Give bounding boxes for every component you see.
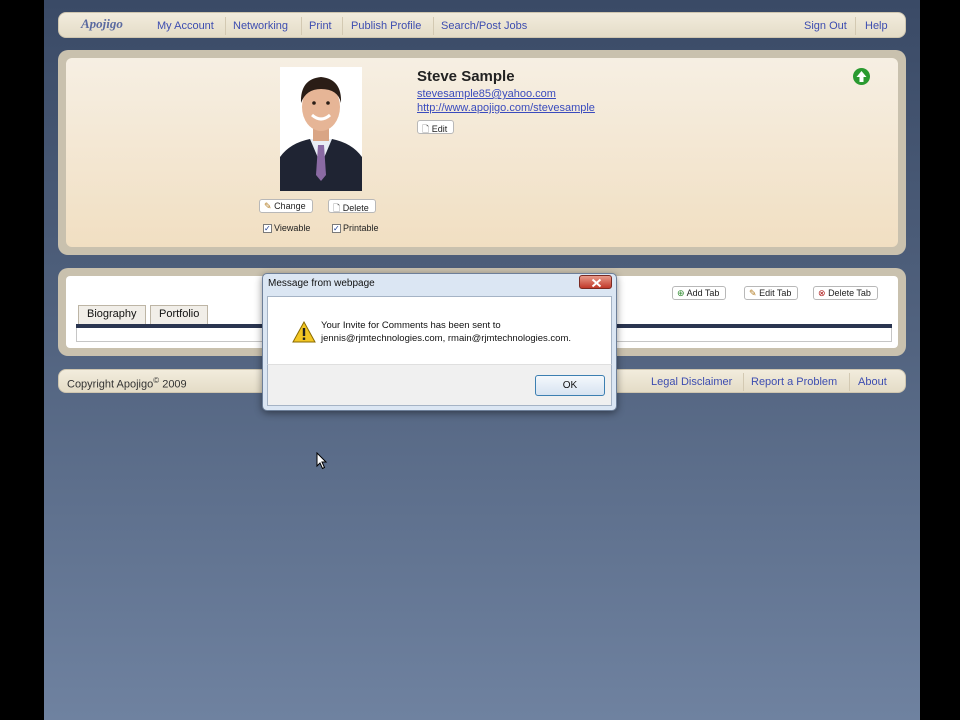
nav-publish-profile[interactable]: Publish Profile [351, 20, 421, 32]
delete-photo-button[interactable]: 🗋 Delete [328, 199, 376, 213]
change-photo-button[interactable]: ✎ Change [259, 199, 313, 213]
document-icon: 🗋 [333, 203, 341, 213]
ok-button[interactable]: OK [535, 375, 605, 396]
printable-checkbox[interactable]: ✓ [332, 224, 341, 234]
edit-tab-button[interactable]: ✎ Edit Tab [744, 286, 799, 300]
edit-tab-label: Edit Tab [759, 288, 792, 298]
delete-tab-button[interactable]: ⊗ Delete Tab [813, 286, 878, 300]
nav-divider [225, 17, 226, 35]
scroll-up-icon[interactable] [853, 68, 870, 85]
nav-help[interactable]: Help [865, 20, 888, 32]
copyright-text: Copyright Apojigo© 2009 [67, 376, 187, 391]
delete-photo-label: Delete [342, 203, 369, 213]
dialog-body: Your Invite for Comments has been sent t… [267, 296, 612, 364]
add-icon: ⊕ [677, 288, 685, 298]
viewable-label: Viewable [274, 223, 311, 233]
viewable-checkbox[interactable]: ✓ [263, 224, 272, 234]
profile-photo [280, 67, 362, 191]
profile-email-link[interactable]: stevesample85@yahoo.com [417, 88, 556, 100]
copyright-year: 2009 [159, 378, 187, 391]
pencil-icon: ✎ [264, 201, 272, 211]
dialog-message-line-2: jennis@rjmtechnologies.com, rmain@rjmtec… [321, 333, 572, 344]
printable-label: Printable [343, 223, 379, 233]
edit-profile-button[interactable]: 🗋 Edit [417, 120, 455, 134]
mouse-cursor-icon [316, 452, 328, 470]
dialog-message-line-1: Your Invite for Comments has been sent t… [321, 320, 501, 331]
nav-my-account[interactable]: My Account [157, 20, 214, 32]
dialog-footer: OK [267, 364, 612, 406]
logo[interactable]: Apojigo [81, 16, 123, 32]
viewable-checkbox-group: ✓ Viewable [263, 223, 311, 234]
dialog-close-button[interactable] [579, 275, 612, 289]
close-icon [591, 278, 602, 288]
top-nav-bar: Apojigo My Account Networking Print Publ… [58, 12, 906, 38]
copyright-prefix: Copyright Apojigo [67, 378, 154, 391]
nav-search-post-jobs[interactable]: Search/Post Jobs [441, 20, 527, 32]
profile-url-link[interactable]: http://www.apojigo.com/stevesample [417, 102, 595, 114]
footer-report-problem[interactable]: Report a Problem [751, 376, 837, 388]
profile-panel: ✎ Change 🗋 Delete ✓ Viewable ✓ Printable S… [58, 50, 906, 255]
pencil-icon: ✎ [749, 288, 757, 298]
nav-divider [342, 17, 343, 35]
footer-divider [849, 373, 850, 391]
footer-about[interactable]: About [858, 376, 887, 388]
browser-viewport: Apojigo My Account Networking Print Publ… [44, 0, 920, 720]
tab-biography[interactable]: Biography [78, 305, 146, 324]
tab-portfolio[interactable]: Portfolio [150, 305, 209, 324]
message-dialog: Message from webpage Your Invite for Com… [262, 273, 617, 411]
footer-legal-disclaimer[interactable]: Legal Disclaimer [651, 376, 732, 388]
warning-icon [292, 321, 316, 343]
profile-panel-inner: ✎ Change 🗋 Delete ✓ Viewable ✓ Printable S… [66, 58, 898, 247]
add-tab-label: Add Tab [686, 288, 720, 298]
edit-profile-label: Edit [431, 124, 448, 134]
delete-icon: ⊗ [818, 288, 826, 298]
profile-name: Steve Sample [417, 68, 515, 85]
document-icon: 🗋 [422, 124, 430, 134]
nav-print[interactable]: Print [309, 20, 332, 32]
nav-networking[interactable]: Networking [233, 20, 288, 32]
nav-divider [855, 17, 856, 35]
footer-divider [743, 373, 744, 391]
nav-divider [301, 17, 302, 35]
delete-tab-label: Delete Tab [828, 288, 871, 298]
nav-divider [433, 17, 434, 35]
dialog-title: Message from webpage [268, 278, 375, 289]
add-tab-button[interactable]: ⊕ Add Tab [672, 286, 727, 300]
dialog-message: Your Invite for Comments has been sent t… [321, 319, 606, 345]
change-photo-label: Change [274, 201, 306, 211]
printable-checkbox-group: ✓ Printable [332, 223, 379, 234]
nav-sign-out[interactable]: Sign Out [804, 20, 847, 32]
